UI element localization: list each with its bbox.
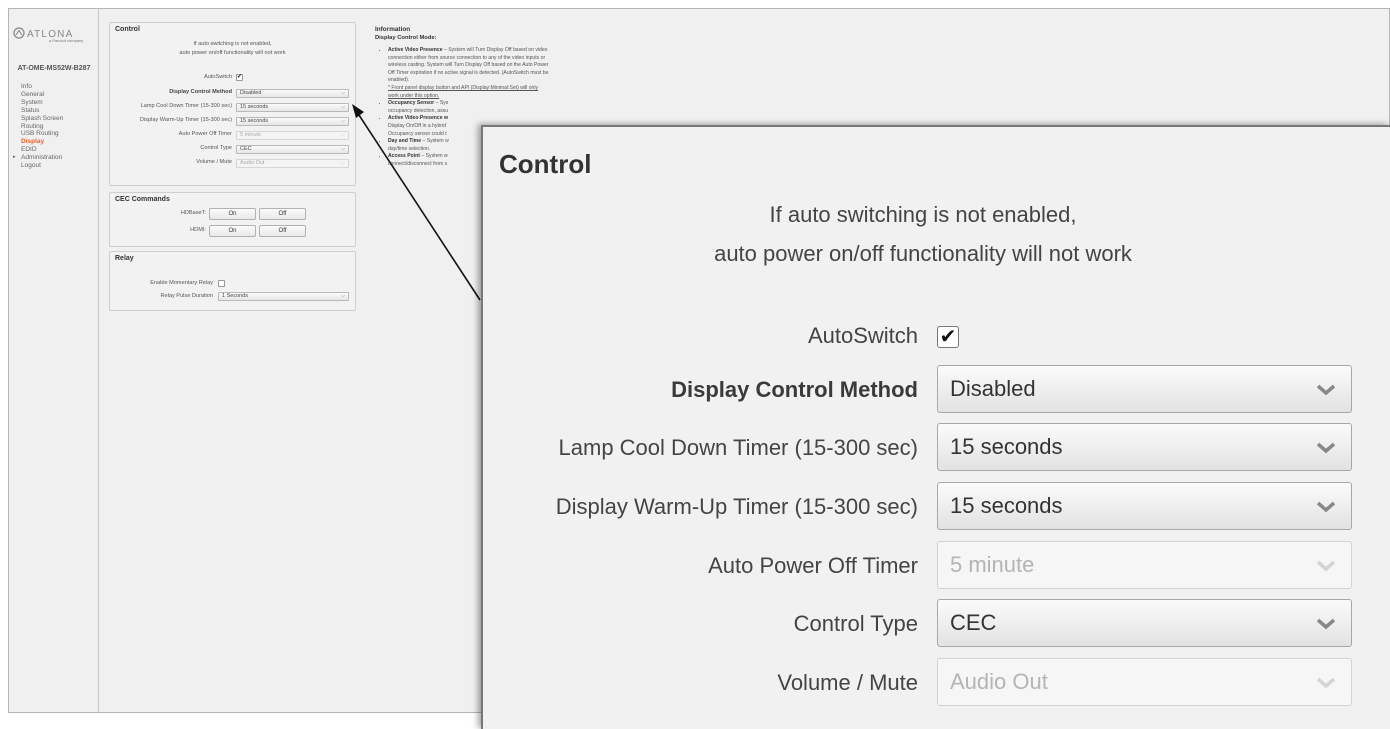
zoomed-lamp-cool-down-label: Lamp Cool Down Timer (15-300 sec) (558, 435, 918, 460)
select-value: 1 Seconds (222, 293, 248, 299)
volume-mute-label: Volume / Mute (196, 159, 232, 165)
autoswitch-checkbox[interactable]: ✔ (236, 74, 243, 81)
zoomed-lamp-cool-down-select[interactable]: 15 seconds (937, 423, 1352, 471)
hdmi-on-button[interactable]: On (209, 225, 256, 237)
hdmi-label: HDMI: (190, 227, 206, 233)
autoswitch-label: AutoSwitch (204, 74, 232, 80)
relay-title: Relay (115, 255, 134, 262)
control-notice-line2: auto power on/off functionality will not… (179, 50, 286, 56)
select-value: 5 minute (950, 552, 1035, 577)
chevron-down-icon: ⌵ (341, 293, 345, 299)
chevron-down-icon: ⌵ (341, 132, 345, 138)
information-subtitle: Display Control Mode: (375, 35, 437, 41)
select-value: CEC (950, 610, 997, 635)
zoomed-control-type-select[interactable]: CEC (937, 599, 1352, 647)
zoomed-autoswitch-label: AutoSwitch (807, 323, 918, 348)
sidebar-item-edid[interactable]: EDID (21, 146, 63, 154)
select-value: 15 seconds (240, 104, 269, 110)
lamp-cool-down-select[interactable]: 15 seconds ⌵ (236, 103, 349, 112)
zoomed-volume-mute-label: Volume / Mute (777, 670, 918, 695)
list-item: Active Video Presence – System will Turn… (388, 47, 635, 100)
select-value: Disabled (950, 376, 1036, 401)
select-value: 15 seconds (240, 118, 269, 124)
check-icon: ✔ (939, 326, 957, 348)
hdbaset-on-button[interactable]: On (209, 208, 256, 220)
zoomed-notice-line2: auto power on/off functionality will not… (714, 241, 1132, 266)
sidebar-item-general[interactable]: General (21, 91, 63, 99)
zoomed-auto-power-off-select: 5 minute (937, 541, 1352, 589)
triangle-right-icon: ▸ (13, 154, 16, 161)
display-control-method-select[interactable]: Disabled ⌵ (236, 89, 349, 98)
information-title: Information (375, 26, 411, 33)
momentary-relay-label: Enable Momentary Relay (150, 280, 213, 286)
zoomed-control-type-label: Control Type (793, 611, 918, 636)
sidebar-item-routing[interactable]: Routing (21, 123, 63, 131)
control-type-label: Control Type (200, 145, 232, 151)
lamp-cool-down-label: Lamp Cool Down Timer (15-300 sec) (140, 103, 232, 109)
relay-pulse-duration-label: Relay Pulse Duration (160, 293, 213, 299)
auto-power-off-label: Auto Power Off Timer (178, 131, 232, 137)
zoomed-display-control-method-select[interactable]: Disabled (937, 365, 1352, 413)
auto-power-off-select: 5 minute ⌵ (236, 131, 349, 140)
list-item: Occupancy Sensor – Sysoccupancy detectio… (388, 100, 635, 115)
chevron-down-icon (1316, 560, 1336, 572)
zoomed-display-warm-up-label: Display Warm-Up Timer (15-300 sec) (555, 494, 918, 519)
select-value: CEC (240, 146, 252, 152)
sidebar-item-administration[interactable]: ▸ Administration (13, 154, 63, 162)
volume-mute-select: Audio Out ⌵ (236, 159, 349, 168)
sidebar-item-logout[interactable]: Logout (21, 162, 63, 170)
select-value: Disabled (240, 90, 262, 96)
chevron-down-icon: ⌵ (341, 160, 345, 166)
relay-panel: Relay Enable Momentary Relay Relay Pulse… (109, 251, 356, 311)
control-title: Control (115, 26, 140, 33)
control-type-select[interactable]: CEC ⌵ (236, 145, 349, 154)
sidebar-item-system[interactable]: System (21, 99, 63, 107)
control-notice-line1: If auto switching is not enabled, (193, 41, 272, 47)
sidebar-item-display[interactable]: Display (21, 138, 63, 146)
sidebar-item-usb-routing[interactable]: USB Routing (21, 130, 63, 138)
chevron-down-icon: ⌵ (341, 146, 345, 152)
sidebar: ATLONA a Panduit company AT-OME-MS52W-B2… (9, 9, 99, 712)
select-value: 15 seconds (950, 434, 1063, 459)
sidebar-nav: Info General System Status Splash Screen… (13, 83, 63, 170)
select-value: Audio Out (950, 669, 1048, 694)
hdbaset-label: HDBaseT: (180, 210, 206, 216)
select-value: 15 seconds (950, 493, 1063, 518)
chevron-down-icon (1316, 677, 1336, 689)
chevron-down-icon (1316, 384, 1336, 396)
chevron-down-icon (1316, 501, 1336, 513)
display-warm-up-label: Display Warm-Up Timer (15-300 sec) (139, 117, 232, 123)
cec-commands-panel: CEC Commands HDBaseT: On Off HDMI: On Of… (109, 192, 356, 247)
display-control-method-label: Display Control Method (169, 89, 232, 95)
zoomed-auto-power-off-label: Auto Power Off Timer (708, 553, 918, 578)
relay-pulse-duration-select[interactable]: 1 Seconds ⌵ (218, 292, 349, 301)
chevron-down-icon (1316, 442, 1336, 454)
momentary-relay-checkbox[interactable] (218, 280, 225, 287)
zoomed-notice-line1: If auto switching is not enabled, (769, 202, 1077, 227)
chevron-down-icon: ⌵ (341, 104, 345, 110)
select-value: 5 minute (240, 132, 262, 138)
zoomed-display-warm-up-select[interactable]: 15 seconds (937, 482, 1352, 530)
check-icon: ✔ (237, 74, 243, 80)
display-warm-up-select[interactable]: 15 seconds ⌵ (236, 117, 349, 126)
chevron-down-icon: ⌵ (341, 90, 345, 96)
cec-commands-title: CEC Commands (115, 196, 170, 203)
sidebar-item-label: Administration (21, 154, 63, 162)
hdbaset-off-button[interactable]: Off (259, 208, 306, 220)
zoomed-control-panel: Control If auto switching is not enabled… (481, 125, 1390, 729)
zoomed-autoswitch-checkbox[interactable]: ✔ (937, 326, 959, 348)
zoomed-control-title: Control (499, 149, 592, 179)
select-value: Audio Out (240, 160, 265, 166)
sidebar-item-splash-screen[interactable]: Splash Screen (21, 115, 63, 123)
chevron-down-icon (1316, 618, 1336, 630)
chevron-down-icon: ⌵ (341, 118, 345, 124)
sidebar-item-info[interactable]: Info (21, 83, 63, 91)
zoomed-volume-mute-select: Audio Out (937, 658, 1352, 706)
logo-subtitle: a Panduit company (49, 38, 84, 43)
model-name: AT-OME-MS52W-B287 (17, 65, 91, 72)
zoomed-display-control-method-label: Display Control Method (671, 377, 918, 402)
control-panel: Control If auto switching is not enabled… (109, 22, 356, 186)
hdmi-off-button[interactable]: Off (259, 225, 306, 237)
sidebar-item-status[interactable]: Status (21, 107, 63, 115)
